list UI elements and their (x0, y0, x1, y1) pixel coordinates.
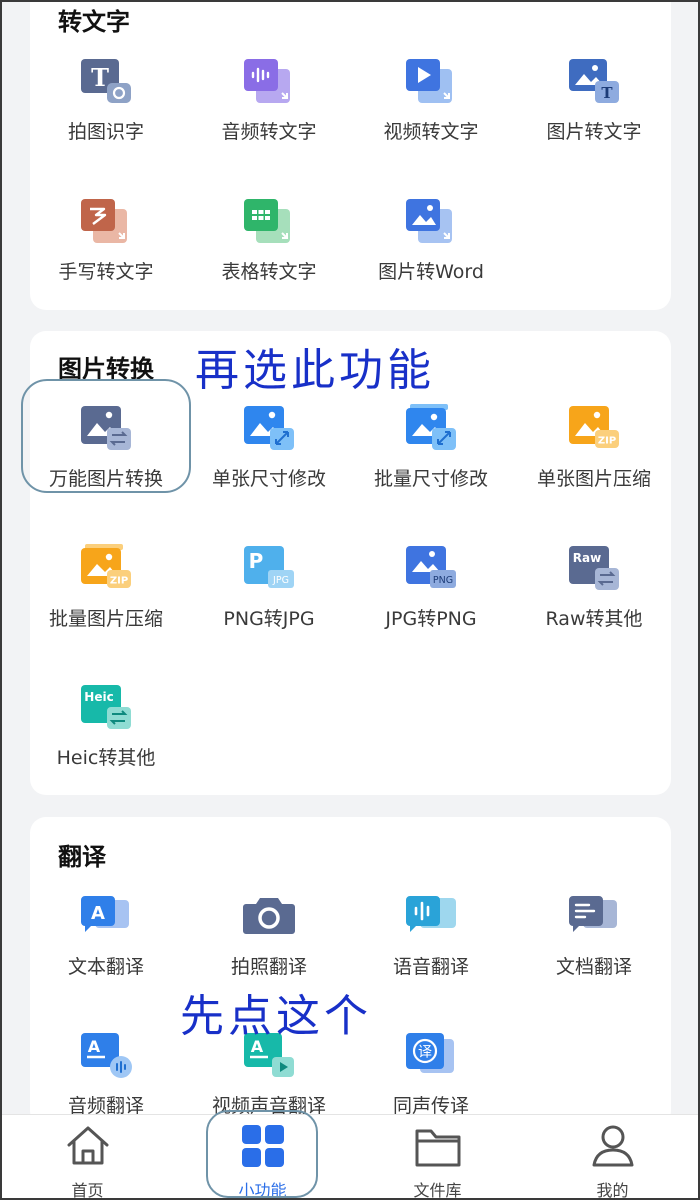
document-translate-icon (569, 896, 617, 932)
photo-translate-icon (243, 898, 295, 934)
translation-card: 翻译 A 文本翻译 拍照翻译 语音翻译 文档翻译 A 音频翻译 A 视频声音翻译… (30, 817, 671, 1127)
tool-document-translate[interactable]: 文档翻译 (511, 892, 677, 1002)
png-badge-text: PNG (433, 575, 453, 586)
tool-audio-to-text[interactable]: 音频转文字 (186, 57, 352, 167)
tool-heic-convert[interactable]: Heic Heic转其他 (23, 683, 189, 793)
zip-badge-text: ZIP (110, 576, 128, 587)
handwriting-to-text-icon (81, 199, 127, 243)
highlight-ring-small-functions (206, 1110, 318, 1198)
zip-badge-text: ZIP (598, 436, 616, 447)
tool-label: 手写转文字 (58, 261, 154, 283)
yi-char-text: 译 (418, 1045, 432, 1061)
voice-translate-icon (406, 896, 456, 932)
section-title-translate: 翻译 (58, 843, 106, 871)
tool-jpg-to-png[interactable]: PNG JPG转PNG (348, 544, 514, 654)
highlight-ring-universal-convert (21, 379, 191, 493)
tool-label: 拍图识字 (67, 121, 144, 143)
tab-mine[interactable]: 我的 (525, 1115, 700, 1200)
tool-label: 文档翻译 (555, 956, 632, 978)
tool-label: 单张尺寸修改 (211, 468, 326, 490)
tool-label: 视频转文字 (383, 121, 479, 143)
image-to-text-icon: T (569, 59, 619, 103)
tab-label: 我的 (596, 1181, 629, 1200)
simultaneous-interpret-icon: 译 (406, 1033, 454, 1073)
home-icon (67, 1126, 108, 1165)
tool-batch-resize[interactable]: 批量尺寸修改 (348, 404, 514, 514)
tool-text-translate[interactable]: A 文本翻译 (23, 892, 189, 1002)
tool-video-to-text[interactable]: 视频转文字 (348, 57, 514, 167)
tab-label: 文件库 (413, 1181, 462, 1200)
tab-file-library[interactable]: 文件库 (350, 1115, 525, 1200)
tool-label: 图片转Word (378, 261, 484, 283)
tool-label: 批量尺寸修改 (373, 468, 488, 490)
single-compress-icon: ZIP (569, 406, 619, 448)
jpg-badge-text: JPG (272, 575, 289, 586)
tool-image-to-text[interactable]: T 图片转文字 (511, 57, 677, 167)
tool-camera-text[interactable]: T 拍图识字 (23, 57, 189, 167)
batch-resize-icon (406, 404, 456, 450)
tool-label: 单张图片压缩 (536, 468, 651, 490)
bottom-tab-bar: 首页 小功能 文件库 我的 (0, 1114, 700, 1200)
raw-badge-text: Raw (573, 551, 601, 565)
tool-label: 语音翻译 (392, 956, 469, 978)
tool-raw-convert[interactable]: Raw Raw转其他 (511, 544, 677, 654)
p-letter-text: P (249, 549, 264, 573)
single-resize-icon (244, 406, 294, 450)
video-to-text-icon (406, 59, 452, 103)
annotation-click-first: 先点这个 (180, 991, 372, 1042)
raw-convert-icon: Raw (569, 546, 619, 590)
profile-icon (592, 1125, 633, 1167)
tool-label: Heic转其他 (56, 747, 156, 769)
tab-home[interactable]: 首页 (0, 1115, 175, 1200)
tool-label: JPG转PNG (385, 608, 477, 630)
a-letter-text: A (91, 903, 105, 924)
tool-label: 表格转文字 (221, 261, 317, 283)
tool-table-to-text[interactable]: 表格转文字 (186, 197, 352, 307)
table-to-text-icon (244, 199, 290, 243)
tool-single-compress[interactable]: ZIP 单张图片压缩 (511, 404, 677, 514)
a-letter-text: A (88, 1037, 101, 1056)
heic-convert-icon: Heic (81, 685, 131, 729)
tool-label: 音频转文字 (221, 121, 317, 143)
tool-single-resize[interactable]: 单张尺寸修改 (186, 404, 352, 514)
tool-label: 文本翻译 (67, 956, 144, 978)
audio-to-text-icon (244, 59, 290, 103)
image-to-word-icon (406, 199, 452, 243)
tool-batch-compress[interactable]: ZIP 批量图片压缩 (23, 544, 189, 654)
svg-text:T: T (601, 84, 613, 102)
tool-label: PNG转JPG (223, 608, 315, 630)
text-conversion-card: 转文字 T 拍图识字 音频转文字 视频转文字 T 图片转文字 手写转文字 表格转… (30, 0, 671, 310)
tab-label: 首页 (71, 1181, 104, 1200)
camera-text-icon: T (81, 59, 131, 103)
tool-label: 批量图片压缩 (48, 608, 163, 630)
jpg-to-png-icon: PNG (406, 546, 456, 588)
section-title-text: 转文字 (58, 8, 130, 36)
annotation-select-this: 再选此功能 (195, 345, 435, 396)
tool-handwriting-to-text[interactable]: 手写转文字 (23, 197, 189, 307)
png-to-jpg-icon: P JPG (244, 546, 294, 588)
svg-text:T: T (91, 63, 109, 92)
tool-voice-translate[interactable]: 语音翻译 (348, 892, 514, 1002)
tool-label: Raw转其他 (545, 608, 643, 630)
folder-icon (415, 1129, 460, 1167)
tool-image-to-word[interactable]: 图片转Word (348, 197, 514, 307)
tool-label: 图片转文字 (546, 121, 642, 143)
tool-label: 拍照翻译 (230, 956, 307, 978)
heic-badge-text: Heic (84, 690, 113, 704)
text-translate-icon: A (81, 896, 129, 932)
tool-png-to-jpg[interactable]: P JPG PNG转JPG (186, 544, 352, 654)
batch-compress-icon: ZIP (81, 544, 131, 588)
audio-translate-icon: A (81, 1033, 132, 1078)
